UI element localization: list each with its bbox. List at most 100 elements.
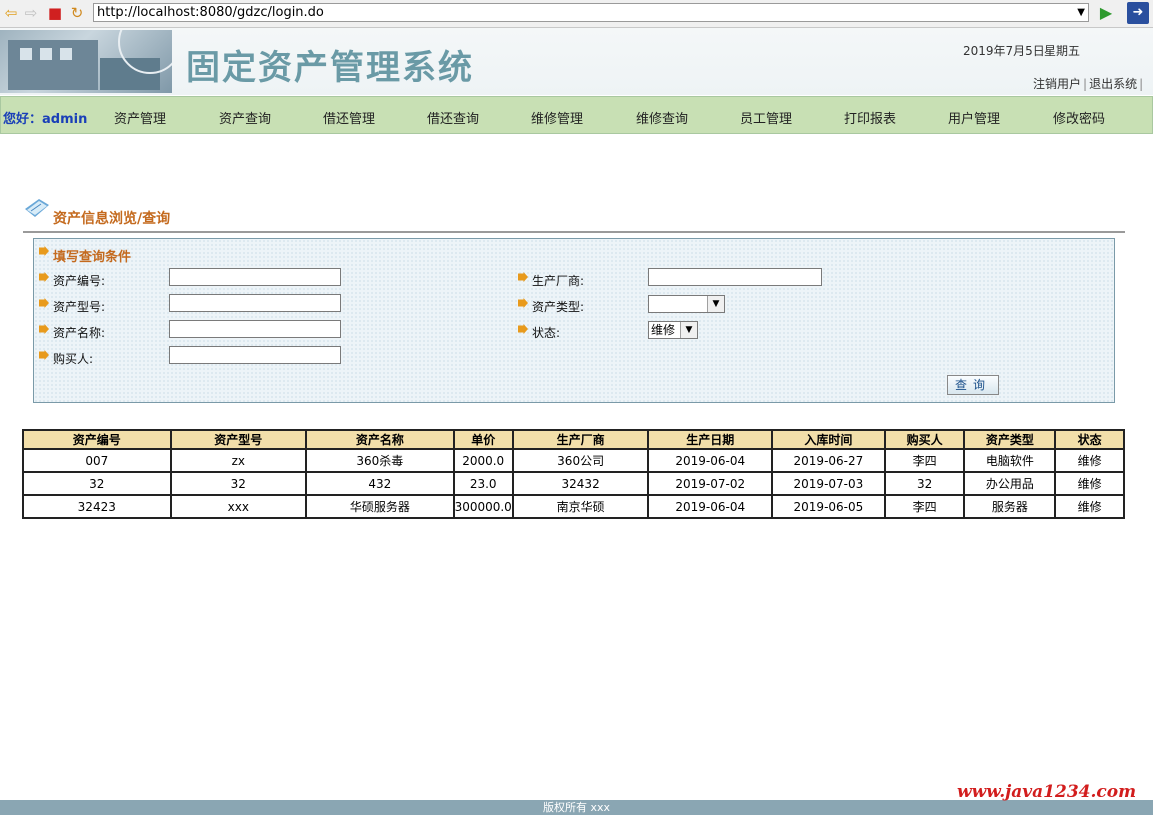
table-cell: 维修: [1054, 494, 1125, 519]
greeting: 您好：admin: [3, 112, 88, 127]
column-header: 资产类型: [963, 429, 1057, 450]
current-weekday: 星期五: [1044, 44, 1081, 58]
table-cell: 32432: [511, 471, 650, 496]
nav-item-borrow-query[interactable]: 借还查询: [427, 108, 479, 127]
column-header: 状态: [1054, 429, 1125, 450]
table-cell: zx: [169, 448, 308, 473]
table-cell: 维修: [1054, 448, 1125, 473]
asset-name-input[interactable]: [169, 320, 341, 338]
section-title: 资产信息浏览/查询: [53, 211, 171, 227]
table-cell: 360公司: [511, 448, 650, 473]
table-row[interactable]: 32423 xxx 华硕服务器 300000.0 南京华硕 2019-06-04…: [22, 494, 1125, 519]
watermark: www.java1234.com: [957, 782, 1137, 802]
table-cell: 32: [169, 471, 308, 496]
table-header-row: 资产编号 资产型号 资产名称 单价 生产厂商 生产日期 入库时间 购买人 资产类…: [22, 429, 1125, 450]
asset-type-select[interactable]: ▼: [648, 295, 725, 313]
nav-item-employee-management[interactable]: 员工管理: [740, 108, 792, 127]
status-select[interactable]: 维修 ▼: [648, 321, 698, 339]
forward-icon[interactable]: ⇨: [22, 4, 40, 22]
address-dropdown-icon[interactable]: ▼: [1077, 4, 1085, 21]
table-cell: 32: [22, 471, 172, 496]
asset-type-label: 资产类型:: [532, 300, 585, 314]
main-nav: 您好：admin 资产管理 资产查询 借还管理 借还查询 维修管理 维修查询 员…: [0, 96, 1153, 134]
buyer-input[interactable]: [169, 346, 341, 364]
chevron-down-icon[interactable]: ▼: [680, 322, 697, 338]
manufacturer-label: 生产厂商:: [532, 274, 585, 288]
asset-model-input[interactable]: [169, 294, 341, 312]
query-heading: 填写查询条件: [53, 250, 132, 265]
column-header: 单价: [452, 429, 514, 450]
table-cell: 维修: [1054, 471, 1125, 496]
table-cell: 服务器: [963, 494, 1057, 519]
table-row[interactable]: 007 zx 360杀毒 2000.0 360公司 2019-06-04 201…: [22, 448, 1125, 473]
column-header: 生产厂商: [511, 429, 650, 450]
column-header: 入库时间: [771, 429, 886, 450]
building-banner-image: [0, 30, 172, 93]
asset-model-label: 资产型号:: [53, 300, 106, 314]
book-icon: [25, 199, 49, 217]
nav-item-change-password[interactable]: 修改密码: [1053, 108, 1105, 127]
column-header: 购买人: [883, 429, 966, 450]
table-cell: 007: [22, 448, 172, 473]
asset-no-input[interactable]: [169, 268, 341, 286]
status-label: 状态:: [532, 326, 561, 340]
logout-user-link[interactable]: 注销用户: [1033, 77, 1081, 91]
system-title: 固定资产管理系统: [186, 48, 474, 88]
nav-item-repair-management[interactable]: 维修管理: [531, 108, 583, 127]
table-cell: 李四: [883, 494, 966, 519]
nav-item-asset-query[interactable]: 资产查询: [219, 108, 271, 127]
nav-item-user-management[interactable]: 用户管理: [948, 108, 1000, 127]
table-cell: 办公用品: [963, 471, 1057, 496]
link-separator: |: [1083, 77, 1088, 91]
browser-logo-icon[interactable]: ➜: [1127, 2, 1149, 24]
site-header: 固定资产管理系统 2019年7月5日 星期五 注销用户 | 退出系统 |: [0, 28, 1153, 95]
go-icon[interactable]: ▶: [1097, 4, 1115, 22]
query-button[interactable]: 查询: [947, 375, 999, 395]
status-selected: 维修: [651, 323, 676, 337]
nav-item-borrow-management[interactable]: 借还管理: [323, 108, 375, 127]
table-cell: 300000.0: [452, 494, 514, 519]
table-cell: 23.0: [452, 471, 514, 496]
back-icon[interactable]: ⇦: [2, 4, 20, 22]
table-cell: 2019-06-04: [647, 448, 774, 473]
address-bar[interactable]: http://localhost:8080/gdzc/login.do ▼: [93, 3, 1089, 22]
table-row[interactable]: 32 32 432 23.0 32432 2019-07-02 2019-07-…: [22, 471, 1125, 496]
nav-item-repair-query[interactable]: 维修查询: [636, 108, 688, 127]
nav-item-print-report[interactable]: 打印报表: [844, 108, 896, 127]
table-cell: 360杀毒: [305, 448, 455, 473]
chevron-down-icon[interactable]: ▼: [707, 296, 724, 312]
asset-no-label: 资产编号:: [53, 274, 106, 288]
table-cell: 李四: [883, 448, 966, 473]
footer-copyright: 版权所有 xxx: [0, 800, 1153, 815]
table-cell: 2019-07-02: [647, 471, 774, 496]
section-divider: [23, 231, 1125, 233]
table-cell: 32: [883, 471, 966, 496]
nav-item-asset-management[interactable]: 资产管理: [114, 108, 166, 127]
table-cell: 2000.0: [452, 448, 514, 473]
table-cell: 2019-06-27: [771, 448, 886, 473]
address-url: http://localhost:8080/gdzc/login.do: [97, 5, 324, 20]
table-cell: 电脑软件: [963, 448, 1057, 473]
asset-table: 资产编号 资产型号 资产名称 单价 生产厂商 生产日期 入库时间 购买人 资产类…: [22, 429, 1125, 519]
column-header: 生产日期: [647, 429, 774, 450]
link-separator-end: |: [1139, 77, 1144, 91]
asset-name-label: 资产名称:: [53, 326, 106, 340]
manufacturer-input[interactable]: [648, 268, 822, 286]
exit-system-link[interactable]: 退出系统: [1089, 77, 1137, 91]
browser-toolbar: ⇦ ⇨ ■ ↻ http://localhost:8080/gdzc/login…: [0, 0, 1153, 28]
refresh-icon[interactable]: ↻: [68, 4, 86, 22]
table-cell: 2019-07-03: [771, 471, 886, 496]
table-cell: 华硕服务器: [305, 494, 455, 519]
table-cell: xxx: [169, 494, 308, 519]
table-cell: 南京华硕: [511, 494, 650, 519]
table-cell: 2019-06-04: [647, 494, 774, 519]
buyer-label: 购买人:: [53, 352, 94, 366]
stop-icon[interactable]: ■: [46, 4, 64, 22]
table-cell: 32423: [22, 494, 172, 519]
column-header: 资产型号: [169, 429, 308, 450]
column-header: 资产名称: [305, 429, 455, 450]
header-links: 注销用户 | 退出系统 |: [1033, 75, 1145, 92]
current-date: 2019年7月5日: [963, 44, 1045, 58]
table-cell: 432: [305, 471, 455, 496]
table-cell: 2019-06-05: [771, 494, 886, 519]
